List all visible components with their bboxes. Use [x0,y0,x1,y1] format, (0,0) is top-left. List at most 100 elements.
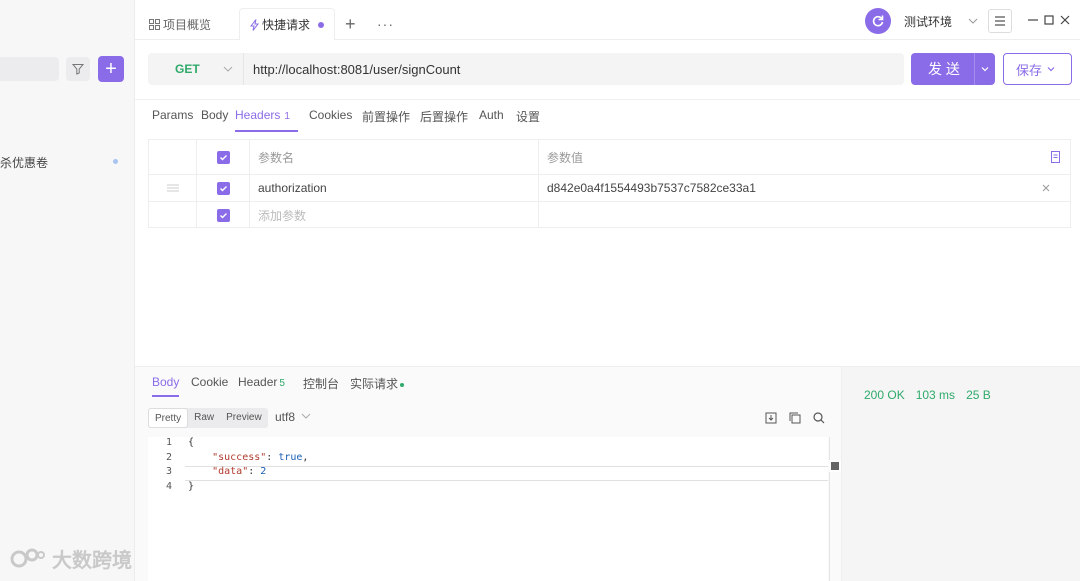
tab-response-body[interactable]: Body [152,375,180,397]
add-button[interactable]: + [98,56,124,82]
new-param-input[interactable]: 添加参数 [250,202,539,228]
tab-settings[interactable]: 设置 [516,108,540,132]
format-raw[interactable]: Raw [188,408,220,428]
delete-row-icon[interactable] [1042,184,1050,192]
save-label: 保存 [1016,62,1043,78]
code-text: "data": 2 [212,466,267,477]
response-status-panel: 200 OK 103 ms 25 B [841,367,1080,581]
filter-button[interactable] [66,57,90,81]
close-icon [1060,15,1070,25]
copy-button[interactable] [788,411,802,425]
checkbox[interactable] [216,208,230,222]
code-line: 2 "success": true, [148,452,828,467]
sidebar-search-input[interactable] [0,57,59,81]
status-line: 200 OK 103 ms 25 B [864,388,991,402]
sidebar-item-dot [113,159,118,164]
code-text: "success": true, [212,451,309,463]
header-name-cell[interactable]: authorization [250,175,539,201]
bulk-edit-icon[interactable] [1050,151,1062,163]
column-header-value: 参数值 [539,140,1070,174]
new-value-input[interactable] [539,202,1070,228]
tab-project-overview[interactable]: 项目概览 [149,8,211,40]
tab-quick-request[interactable]: 快捷请求 [239,8,335,40]
row-checkbox-cell [197,175,250,201]
drag-column [149,140,197,174]
tab-response-header[interactable]: Header 5 [238,375,285,389]
format-pretty[interactable]: Pretty [148,408,189,428]
chevron-down-icon [981,67,989,72]
drag-handle[interactable] [149,175,197,201]
status-code: 200 OK [864,388,905,402]
count-badge: 1 [284,111,290,122]
environment-sync-icon[interactable] [865,8,891,34]
close-button[interactable] [1056,10,1074,30]
sidebar-item-label: 秒杀优惠卷 [0,155,49,170]
download-button[interactable] [764,411,778,425]
chevron-down-icon [968,18,978,24]
tab-body[interactable]: Body [201,108,228,132]
json-key: "success" [212,451,267,463]
scrollbar-thumb[interactable] [829,460,841,472]
response-code-viewer[interactable]: 1 { 2 "success": true, 3 "data": 2 4 } [148,437,841,581]
unsaved-dot [318,22,324,28]
count-badge: 5 [279,378,285,389]
tab-actual-request[interactable]: 实际请求 [350,375,405,392]
method-select[interactable]: GET [148,53,244,85]
tab-label: 快捷请求 [262,18,311,32]
check-icon [219,154,227,160]
url-input[interactable]: http://localhost:8081/user/signCount [253,62,460,77]
checkbox[interactable] [216,181,230,195]
check-icon [219,185,227,191]
environment-menu-button[interactable] [988,9,1012,33]
checkbox[interactable] [216,150,230,164]
tab-auth[interactable]: Auth [479,108,504,132]
line-number: 3 [165,466,172,477]
method-label: GET [175,62,200,76]
environment-select[interactable]: 测试环境 [898,9,984,33]
check-icon [219,212,227,218]
tab-pre-request[interactable]: 前置操作 [362,108,410,132]
more-tabs-button[interactable]: ··· [377,8,394,40]
code-line: 4 } [148,481,828,496]
header-name: authorization [258,181,327,195]
line-number: 1 [165,437,172,448]
tab-console[interactable]: 控制台 [303,375,339,392]
format-switcher: Pretty Raw Preview [148,408,268,428]
tab-post-request[interactable]: 后置操作 [420,108,468,132]
line-number: 4 [165,480,172,492]
response-size: 25 B [966,388,991,402]
send-options-button[interactable] [974,53,995,85]
search-icon [813,412,825,424]
status-dot [400,382,405,387]
hamburger-icon [995,16,1005,26]
copy-icon [789,412,801,424]
encoding-label: utf8 [275,410,296,424]
sidebar-item-api[interactable]: 秒杀优惠卷 [0,153,130,171]
download-icon [765,412,777,424]
tab-cookies[interactable]: Cookies [309,108,352,132]
code-text: } [188,480,195,492]
json-value: true [278,451,303,463]
maximize-icon [1044,15,1054,25]
search-button[interactable] [812,411,826,425]
add-param-placeholder: 添加参数 [258,208,307,223]
scrollbar[interactable] [829,437,841,581]
url-bar: GET http://localhost:8081/user/signCount [148,53,904,85]
new-tab-button[interactable]: + [345,8,356,40]
header-value-cell[interactable]: d842e0a4f1554493b7537c7582ce33a1 [539,175,1070,201]
sidebar: + 秒杀优惠卷 大数跨境 [0,0,135,581]
tab-response-cookie[interactable]: Cookie [191,375,228,389]
encoding-select[interactable]: utf8 [275,410,312,424]
format-preview[interactable]: Preview [220,408,268,428]
select-all-checkbox[interactable] [197,140,250,174]
tab-headers[interactable]: Headers 1 [235,108,298,132]
row-checkbox-cell [197,202,250,228]
request-tabs: Params Body Headers 1 Cookies 前置操作 后置操作 A… [135,99,1080,132]
line-number: 2 [165,451,172,463]
json-key: "data" [212,466,249,477]
chevron-down-icon [223,66,233,72]
save-button[interactable]: 保存 [1003,53,1072,85]
tab-params[interactable]: Params [152,108,193,132]
response-time: 103 ms [915,388,956,402]
chevron-down-icon [302,413,311,419]
